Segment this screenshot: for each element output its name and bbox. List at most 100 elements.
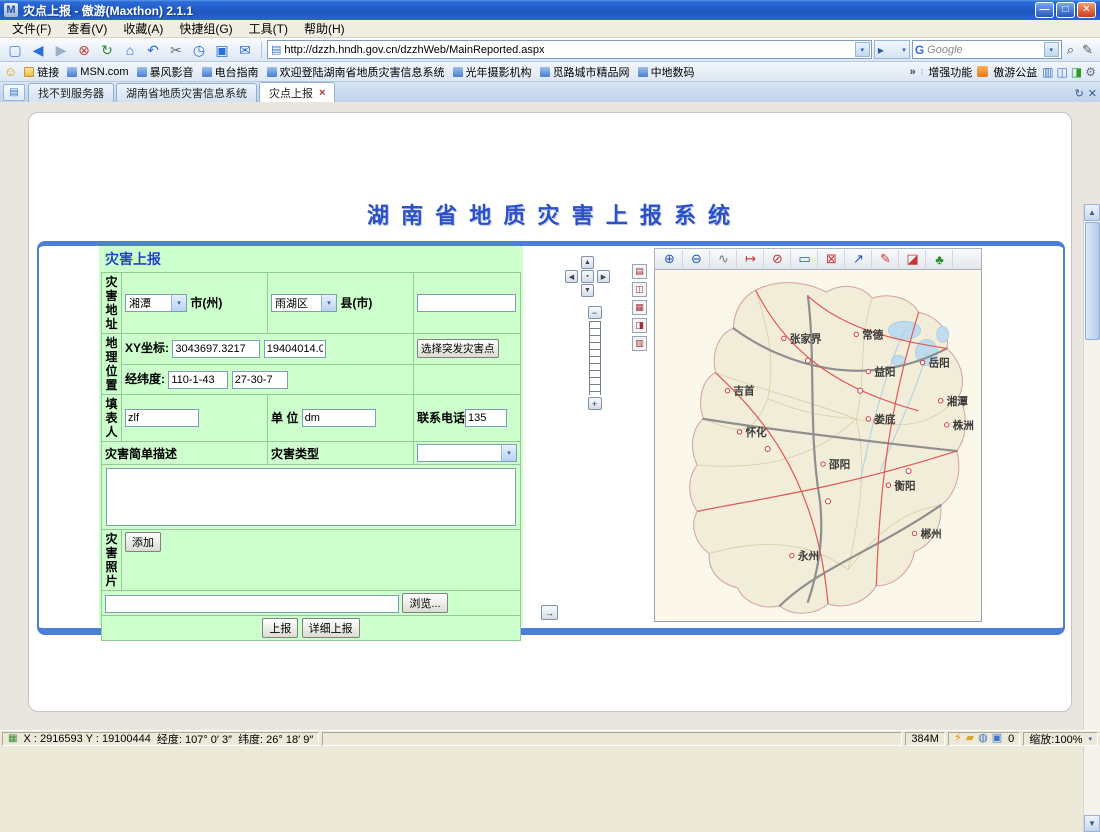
tab-close-icon[interactable]: ×	[319, 87, 325, 99]
y-coordinate-input[interactable]	[264, 340, 326, 358]
scroll-thumb[interactable]	[1085, 222, 1100, 340]
undo-button[interactable]: ↶	[142, 40, 164, 60]
back-button[interactable]: ◀	[27, 40, 49, 60]
map-canvas[interactable]: 张家界常德岳阳益阳吉首怀化娄底湘潭株洲邵阳衡阳永州郴州	[654, 270, 982, 622]
go-button[interactable]: ▸ ▾	[874, 40, 910, 59]
identify-button[interactable]: ↗	[846, 250, 872, 268]
capture-button[interactable]: ▣	[211, 40, 233, 60]
bookmark-item[interactable]: 觅路城市精品网	[537, 63, 633, 81]
split-screen-icon[interactable]: ◫	[1057, 66, 1068, 78]
zoom-in-step-button[interactable]: +	[588, 397, 602, 410]
close-tab-button[interactable]: ✕	[1088, 87, 1097, 100]
pan-button[interactable]: ∿	[711, 250, 737, 268]
mark-button[interactable]: ✎	[873, 250, 899, 268]
menu-item[interactable]: 帮助(H)	[296, 19, 353, 38]
zoom-out-button[interactable]: ⊖	[684, 250, 710, 268]
menu-item[interactable]: 查看(V)	[59, 19, 115, 38]
url-dropdown-button[interactable]: ▾	[855, 42, 870, 57]
snap-button[interactable]: ✂	[165, 40, 187, 60]
bookmark-item[interactable]: MSN.com	[64, 65, 131, 79]
map-side-button-2[interactable]: ◫	[632, 282, 647, 297]
map-side-button-5[interactable]: ▥	[632, 336, 647, 351]
phone-input[interactable]	[465, 409, 507, 427]
reporter-name-input[interactable]	[125, 409, 199, 427]
bookmark-item[interactable]: 光年摄影机构	[450, 63, 535, 81]
menu-item[interactable]: 文件(F)	[4, 19, 59, 38]
disaster-type-select[interactable]: ▾	[417, 444, 517, 462]
search-magnifier-icon[interactable]: ⌕	[1064, 42, 1077, 58]
search-box[interactable]: G Google ▾	[912, 40, 1062, 59]
tab-1[interactable]: 找不到服务器	[28, 83, 114, 102]
new-page-button[interactable]: ▢	[4, 40, 26, 60]
eraser-button[interactable]: ◪	[900, 250, 926, 268]
collapse-form-button[interactable]: →	[541, 605, 558, 620]
zoom-out-step-button[interactable]: −	[588, 306, 602, 319]
map-side-button-4[interactable]: ◨	[632, 318, 647, 333]
photo-file-input[interactable]	[105, 595, 399, 613]
rss-icon[interactable]: ◨	[1071, 66, 1082, 78]
menu-item[interactable]: 快捷组(G)	[171, 19, 240, 38]
select-rect-button[interactable]: ▭	[792, 250, 818, 268]
latitude-input[interactable]	[232, 371, 288, 389]
zoom-in-button[interactable]: ⊕	[657, 250, 683, 268]
history-button[interactable]: ◷	[188, 40, 210, 60]
detail-submit-button[interactable]: 详细上报	[302, 618, 360, 638]
x-coordinate-input[interactable]	[172, 340, 260, 358]
gear-icon[interactable]: ⚙	[1085, 66, 1096, 78]
unit-input[interactable]	[302, 409, 376, 427]
status-zoom-panel[interactable]: 缩放:100% ▾	[1023, 732, 1098, 746]
tab-2[interactable]: 湖南省地质灾害信息系统	[116, 83, 257, 102]
bookmarks-overflow-chevron[interactable]: »	[910, 66, 916, 78]
enhance-menu[interactable]: 增强功能	[928, 64, 972, 80]
disaster-description-textarea[interactable]	[106, 468, 516, 526]
reopen-tab-button[interactable]: ↻	[1075, 87, 1084, 100]
bookmark-item[interactable]: 中地数码	[635, 63, 698, 81]
globe-icon[interactable]: ◍	[978, 733, 988, 744]
url-input[interactable]: http://dzzh.hndh.gov.cn/dzzhWeb/MainRepo…	[284, 44, 851, 56]
menu-item[interactable]: 收藏(A)	[115, 19, 171, 38]
submit-button[interactable]: 上报	[262, 618, 298, 638]
charity-link[interactable]: 傲游公益	[993, 64, 1037, 80]
search-engine-dropdown[interactable]: ▾	[1044, 42, 1059, 57]
minimize-button[interactable]: —	[1035, 2, 1054, 18]
pan-center-button[interactable]: ▪	[581, 270, 594, 283]
longitude-input[interactable]	[168, 371, 228, 389]
home-button[interactable]: ⌂	[119, 40, 141, 60]
search-input[interactable]: Google	[927, 44, 1041, 56]
add-photo-button[interactable]: 添加	[125, 532, 161, 552]
scroll-up-button[interactable]: ▲	[1084, 204, 1100, 221]
measure-distance-button[interactable]: ↦	[738, 250, 764, 268]
stop-button[interactable]: ⊗	[73, 40, 95, 60]
boost-icon[interactable]: ⚡	[954, 733, 962, 744]
full-extent-button[interactable]: ⊘	[765, 250, 791, 268]
highlight-pen-icon[interactable]: ✎	[1079, 42, 1096, 58]
bookmark-item[interactable]: 链接	[21, 63, 62, 81]
pan-down-button[interactable]: ▼	[581, 284, 594, 297]
menu-item[interactable]: 工具(T)	[241, 19, 296, 38]
map-side-button-1[interactable]: ▤	[632, 264, 647, 279]
close-button[interactable]: ✕	[1077, 2, 1096, 18]
refresh-button[interactable]: ↻	[96, 40, 118, 60]
sidebar-icon[interactable]: ▥	[1042, 66, 1053, 78]
tab-3[interactable]: 灾点上报×	[259, 82, 335, 102]
pick-disaster-point-button[interactable]: 选择突发灾害点	[417, 339, 499, 358]
map-side-button-3[interactable]: ▦	[632, 300, 647, 315]
pan-left-button[interactable]: ◀	[565, 270, 578, 283]
address-detail-input[interactable]	[417, 294, 516, 312]
county-select[interactable]: 雨湖区 ▾	[271, 294, 337, 312]
mail-button[interactable]: ✉	[234, 40, 256, 60]
scroll-down-button[interactable]: ▼	[1084, 815, 1100, 832]
forward-button[interactable]: ▶	[50, 40, 72, 60]
browse-button[interactable]: 浏览...	[402, 593, 447, 613]
hunan-map[interactable]: 张家界常德岳阳益阳吉首怀化娄底湘潭株洲邵阳衡阳永州郴州	[655, 270, 981, 620]
monitor-icon[interactable]: ▣	[992, 733, 1002, 744]
favorites-smiley-icon[interactable]: ☺	[4, 64, 17, 79]
city-select[interactable]: 湘潭 ▾	[125, 294, 187, 312]
pan-up-button[interactable]: ▲	[581, 256, 594, 269]
folder-icon[interactable]: ▰	[966, 733, 974, 744]
address-bar[interactable]: ▤ http://dzzh.hndh.gov.cn/dzzhWeb/MainRe…	[267, 40, 872, 59]
pan-right-button[interactable]: ▶	[597, 270, 610, 283]
bookmark-item[interactable]: 电台指南	[199, 63, 262, 81]
bookmark-item[interactable]: 欢迎登陆湖南省地质灾害信息系统	[264, 63, 448, 81]
zoom-slider[interactable]	[589, 321, 601, 395]
